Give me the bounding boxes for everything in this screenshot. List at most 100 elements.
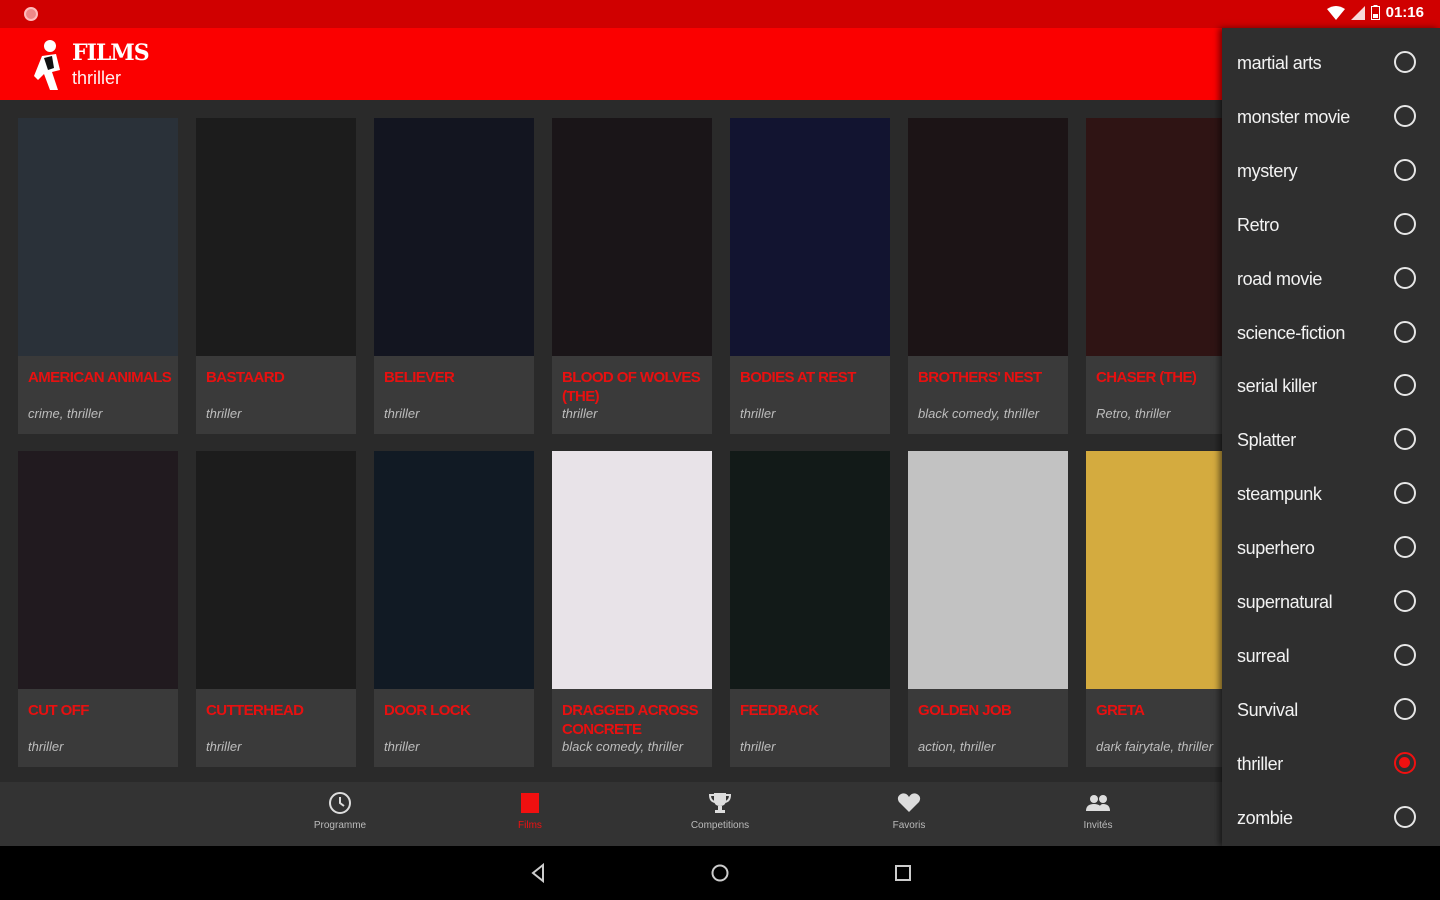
people-icon [1086,795,1110,811]
trophy-icon [708,793,732,813]
genre-option[interactable]: monster movie [1222,91,1440,145]
film-title: BROTHERS' NEST [918,369,1042,386]
film-tags: thriller [206,406,242,421]
genre-option[interactable]: superhero [1222,522,1440,576]
genre-option[interactable]: serial killer [1222,360,1440,414]
genre-label: thriller [1237,753,1283,774]
battery-icon [1370,5,1380,20]
genre-option[interactable]: surreal [1222,630,1440,684]
film-tags: dark fairytale, thriller [1096,739,1214,754]
film-icon [521,793,539,813]
genre-label: superhero [1237,538,1315,559]
genre-option[interactable]: steampunk [1222,468,1440,522]
genre-label: surreal [1237,645,1290,666]
system-nav-bar [0,846,1440,900]
genre-label: zombie [1237,807,1293,828]
genre-option[interactable]: Retro [1222,199,1440,253]
signal-icon [1350,5,1365,20]
film-card[interactable]: AMERICAN ANIMALS crime, thriller [18,118,178,434]
film-tags: crime, thriller [28,406,103,421]
bottom-nav: Programme Films Competitions Favoris Invités [0,782,1222,846]
film-title: BLOOD OF WOLVES (THE) [562,369,701,405]
genre-radio[interactable] [1394,374,1416,397]
nav-item-competitions[interactable]: Competitions [665,790,775,831]
film-title: CUTTERHEAD [206,702,304,719]
genre-radio[interactable] [1394,805,1416,828]
genre-radio[interactable] [1394,590,1416,612]
genre-label: supernatural [1237,592,1333,612]
genre-radio[interactable] [1394,536,1416,559]
app-title: FILMS [72,40,150,66]
genre-radio[interactable] [1394,212,1416,235]
film-title: BELIEVER [384,369,455,386]
genre-label: Survival [1237,699,1298,720]
status-bar: 01:16 [0,0,1440,28]
film-card[interactable]: CUTTERHEAD thriller [196,451,356,767]
film-tags: black comedy, thriller [918,406,1040,421]
nav-item-label: Films [518,820,542,831]
film-card[interactable]: BASTAARD thriller [196,118,356,434]
film-card[interactable]: DRAGGED ACROSS CONCRETE black comedy, thr… [552,451,712,767]
genre-option[interactable]: martial arts [1222,37,1440,91]
home-icon[interactable] [709,862,731,884]
genre-radio[interactable] [1394,266,1416,289]
nav-item-programme[interactable]: Programme [285,790,395,831]
genre-radio[interactable] [1394,428,1416,451]
film-poster [196,118,356,356]
genre-option[interactable]: Splatter [1222,414,1440,468]
film-card[interactable]: BROTHERS' NEST black comedy, thriller [908,118,1068,434]
logo-icon [34,40,60,90]
genre-label: monster movie [1237,106,1350,127]
genre-option[interactable]: supernatural [1222,576,1440,630]
heart-icon [897,793,921,812]
genre-radio[interactable] [1394,697,1416,720]
genre-option[interactable]: thriller [1222,738,1440,792]
film-card[interactable]: CUT OFF thriller [18,451,178,767]
film-tags: action, thriller [918,739,996,754]
film-card[interactable]: BODIES AT REST thriller [730,118,890,434]
genre-radio[interactable] [1394,751,1416,774]
nav-item-favoris[interactable]: Favoris [854,790,964,831]
wifi-icon [1326,5,1345,20]
film-tags: thriller [206,739,242,754]
film-card[interactable]: DOOR LOCK thriller [374,451,534,767]
recents-icon[interactable] [892,862,914,884]
back-icon[interactable] [528,862,550,884]
genre-label: road movie [1237,268,1323,289]
film-poster [730,451,890,689]
genre-label: steampunk [1237,484,1322,505]
genre-label: mystery [1237,160,1298,181]
genre-radio[interactable] [1394,158,1416,181]
film-card[interactable]: GOLDEN JOB action, thriller [908,451,1068,767]
nav-item-label: Invités [1083,820,1113,831]
nav-item-films[interactable]: Films [475,790,585,831]
film-poster [18,451,178,689]
genre-option[interactable]: science-fiction [1222,307,1440,361]
nav-item-label: Favoris [892,820,926,831]
genre-option[interactable]: zombie [1222,792,1440,846]
genre-radio[interactable] [1394,482,1416,505]
film-card[interactable]: FEEDBACK thriller [730,451,890,767]
film-card[interactable]: BELIEVER thriller [374,118,534,434]
genre-radio[interactable] [1394,104,1416,127]
film-card[interactable]: GRETA dark fairytale, thriller [1086,451,1222,767]
genre-option[interactable]: Survival [1222,684,1440,738]
genre-radio[interactable] [1394,643,1416,666]
status-time: 01:16 [1385,4,1424,21]
film-card[interactable]: CHASER (THE) Retro, thriller [1086,118,1222,434]
film-card[interactable]: BLOOD OF WOLVES (THE) thriller [552,118,712,434]
film-tags: thriller [562,406,598,421]
film-tags: black comedy, thriller [562,739,684,754]
genre-radio[interactable] [1394,320,1416,343]
nav-item-invits[interactable]: Invités [1043,790,1153,831]
film-title: CUT OFF [28,702,89,719]
genre-option[interactable]: road movie [1222,253,1440,307]
app-bar: FILMS thriller [0,28,1222,100]
genre-label: Retro [1237,214,1280,235]
film-grid: AMERICAN ANIMALS crime, thriller BASTAARD t… [0,100,1222,782]
genre-option[interactable]: mystery [1222,145,1440,199]
genre-radio[interactable] [1394,51,1416,73]
film-tags: thriller [740,406,776,421]
film-poster [552,118,712,356]
notification-icon [24,7,38,21]
